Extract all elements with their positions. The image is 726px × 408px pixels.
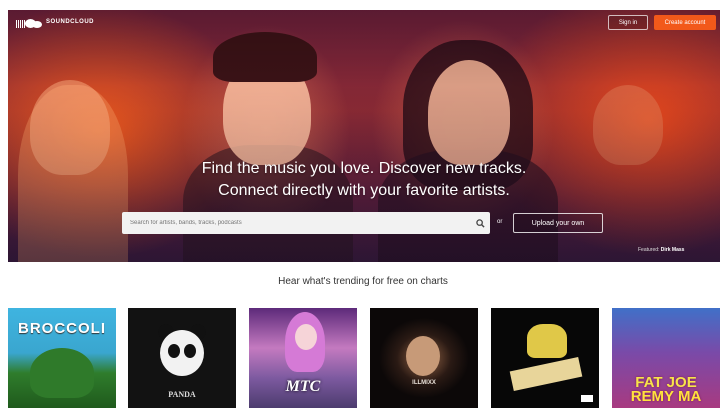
or-label: or bbox=[497, 219, 503, 225]
advisory-badge bbox=[581, 395, 593, 402]
hero-headline-line1: Find the music you love. Discover new tr… bbox=[201, 160, 527, 177]
hero-credit: Featured: Dirk Mass bbox=[638, 247, 684, 253]
album-tile[interactable]: FAT JOE REMY MA bbox=[612, 308, 720, 408]
upload-button[interactable]: Upload your own bbox=[513, 213, 603, 233]
soundcloud-logo[interactable]: SOUNDCLOUD bbox=[16, 16, 94, 28]
brand-name: SOUNDCLOUD bbox=[46, 19, 94, 25]
top-bar: SOUNDCLOUD Sign in Create account bbox=[8, 10, 720, 38]
soundcloud-logo-icon bbox=[16, 16, 42, 28]
chart-tiles: BROCCOLI PANDA MTC ILLMIXX FAT JOE REMY … bbox=[8, 308, 720, 408]
search-button[interactable] bbox=[470, 212, 490, 234]
sign-in-button[interactable]: Sign in bbox=[608, 15, 648, 30]
album-tile[interactable]: MTC bbox=[249, 308, 357, 408]
album-art bbox=[295, 324, 317, 350]
album-art bbox=[160, 330, 204, 376]
search-bar bbox=[122, 212, 490, 234]
album-art bbox=[509, 356, 583, 392]
album-title: ILLMIXX bbox=[412, 380, 436, 386]
album-title: REMY MA bbox=[630, 388, 702, 405]
album-title: BROCCOLI bbox=[18, 320, 106, 337]
album-art bbox=[406, 336, 440, 376]
album-title: PANDA bbox=[168, 390, 196, 399]
search-icon bbox=[475, 218, 485, 228]
album-art bbox=[30, 348, 94, 398]
hero-banner: SOUNDCLOUD Sign in Create account Find t… bbox=[8, 10, 720, 262]
album-art bbox=[527, 324, 567, 358]
search-input[interactable] bbox=[122, 212, 470, 234]
album-tile[interactable]: ILLMIXX bbox=[370, 308, 478, 408]
trending-heading: Hear what's trending for free on charts bbox=[278, 276, 448, 287]
create-account-button[interactable]: Create account bbox=[654, 15, 716, 30]
credit-prefix: Featured: bbox=[638, 247, 660, 253]
credit-artist[interactable]: Dirk Mass bbox=[661, 247, 685, 253]
hero-headline-line2: Connect directly with your favorite arti… bbox=[218, 182, 510, 199]
album-tile[interactable]: BROCCOLI bbox=[8, 308, 116, 408]
album-tile[interactable] bbox=[491, 308, 599, 408]
album-title: MTC bbox=[285, 378, 321, 395]
album-tile[interactable]: PANDA bbox=[128, 308, 236, 408]
